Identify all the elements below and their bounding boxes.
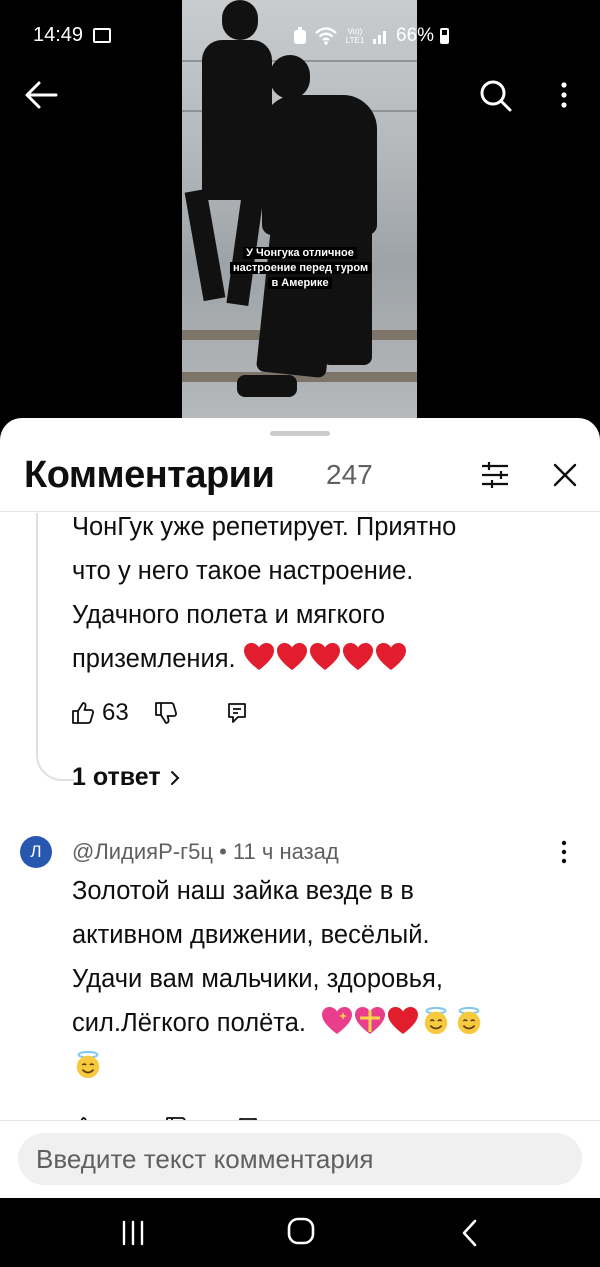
sparkling-heart-icon: [322, 1007, 353, 1034]
like-count: 63: [102, 699, 129, 726]
thumbs-down-icon[interactable]: [153, 700, 179, 726]
drag-handle[interactable]: [270, 431, 330, 436]
back-arrow-icon[interactable]: [22, 78, 62, 112]
comment-time: 11 ч назад: [232, 839, 339, 864]
red-heart-icon: [375, 643, 406, 670]
comment-meta: @ЛидияР-г5ц • 11 ч назад: [72, 839, 339, 865]
comment-text-line: сил.Лёгкого полёта.: [72, 1001, 486, 1045]
shoe: [237, 375, 297, 397]
network-type-label: Vo)) LTE1: [345, 27, 365, 45]
meta-separator: •: [219, 839, 227, 864]
reply-thread-line: [36, 513, 74, 781]
alarm-icon: [294, 27, 306, 44]
comments-header: Комментарии 247: [0, 446, 600, 512]
battery-icon: [440, 28, 450, 44]
comment-more-icon[interactable]: [556, 837, 572, 867]
comment-text-line: приземления.: [72, 637, 456, 681]
red-heart-icon: [276, 643, 307, 670]
comments-sheet: Комментарии 247 ЧонГук уже репетирует. П…: [0, 418, 600, 1198]
recent-apps-icon[interactable]: [118, 1220, 148, 1246]
comments-count: 247: [326, 459, 373, 490]
comment-text-line: что у него такое настроение.: [72, 557, 414, 585]
person-left-leg: [184, 188, 226, 302]
status-indicators: Vo)) LTE1 66%: [292, 24, 450, 48]
chevron-right-icon: [170, 770, 180, 785]
heart-with-ribbon-icon: [355, 1007, 386, 1034]
system-back-icon[interactable]: [458, 1218, 482, 1248]
reply-icon[interactable]: [225, 701, 249, 725]
sort-filter-icon[interactable]: [478, 458, 512, 492]
comment-text: Золотой наш зайка везде в в активном дви…: [72, 869, 486, 1089]
comment-text: ЧонГук уже репетирует. Приятно что у нег…: [72, 513, 456, 681]
view-replies-button[interactable]: 1 ответ: [72, 763, 181, 792]
battery-percent: 66%: [396, 25, 435, 46]
avatar[interactable]: Л: [20, 836, 52, 868]
comment-text-line: Золотой наш зайка везде в в: [72, 877, 414, 905]
signal-icon: [373, 31, 386, 44]
comments-list[interactable]: ЧонГук уже репетирует. Приятно что у нег…: [0, 513, 600, 1123]
wifi-icon: [315, 27, 337, 45]
system-navigation-bar: [0, 1198, 600, 1267]
comment-text-line: активном движении, весёлый.: [72, 921, 430, 949]
thumbs-up-icon[interactable]: [70, 700, 96, 726]
comment-text-line: [72, 1045, 486, 1089]
comment-text-line: ЧонГук уже репетирует. Приятно: [72, 513, 457, 541]
comment-input[interactable]: [18, 1133, 582, 1185]
comment-author[interactable]: @ЛидияР-г5ц: [72, 839, 213, 864]
comment-actions: 63: [70, 696, 249, 730]
halo-smiley-icon: [457, 1006, 481, 1035]
video-caption: У Чонгука отличное настроение перед туро…: [230, 246, 372, 291]
heart-emoji-group: [236, 643, 408, 673]
more-vertical-icon[interactable]: [552, 78, 576, 112]
red-heart-icon: [342, 643, 373, 670]
comment-input-bar: [0, 1120, 600, 1198]
comment-text-line: Удачного полета и мягкого: [72, 601, 386, 629]
comment-text-line: Удачи вам мальчики, здоровья,: [72, 965, 443, 993]
halo-smiley-icon: [76, 1050, 100, 1079]
home-icon[interactable]: [286, 1216, 316, 1246]
replies-count-label: 1 ответ: [72, 763, 161, 791]
red-heart-icon: [309, 643, 340, 670]
search-icon[interactable]: [476, 76, 516, 116]
red-heart-icon: [388, 1007, 419, 1034]
status-time: 14:49: [33, 24, 84, 46]
status-bar: 14:49 Vo)) LTE1 66%: [0, 0, 600, 70]
halo-smiley-icon: [424, 1006, 448, 1035]
gallery-notification-icon: [93, 28, 111, 43]
close-icon[interactable]: [548, 458, 582, 492]
red-heart-icon: [243, 643, 274, 670]
comments-title: Комментарии: [24, 454, 275, 496]
